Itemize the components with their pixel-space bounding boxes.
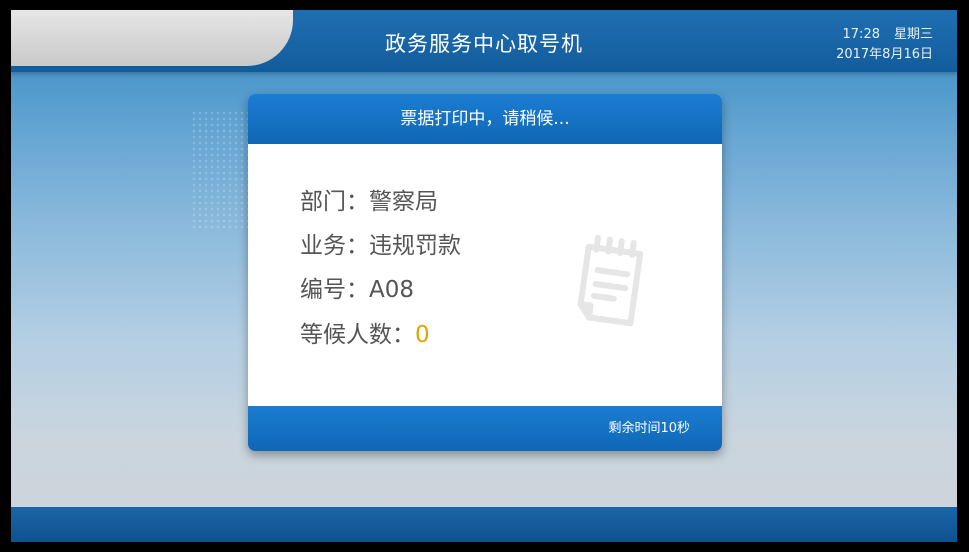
ticket-number-label: 编号：	[300, 277, 369, 303]
department-value: 警察局	[369, 189, 438, 215]
print-dialog: 票据打印中，请稍候... 部门：警察局 业务：违规罚款 编号：A08 等候人数：…	[248, 94, 722, 451]
service-row: 业务：违规罚款	[300, 230, 461, 262]
app-title: 政务服务中心取号机	[385, 32, 583, 56]
ticket-number-row: 编号：A08	[300, 274, 414, 306]
header-bar: 政务服务中心取号机 17:28 星期三 2017年8月16日	[11, 10, 957, 72]
receipt-icon	[577, 234, 644, 327]
countdown-bar: 剩余时间10秒	[248, 406, 722, 451]
dialog-title: 票据打印中，请稍候...	[248, 94, 722, 144]
kiosk-screen: 政务服务中心取号机 17:28 星期三 2017年8月16日 票据打印中，请稍候.…	[11, 10, 957, 542]
ticket-info: 部门：警察局 业务：违规罚款 编号：A08 等候人数：0	[248, 144, 722, 406]
department-row: 部门：警察局	[300, 186, 438, 218]
waiting-count-label: 等候人数：	[300, 322, 415, 348]
ticket-number-value: A08	[369, 277, 415, 303]
countdown-text: 剩余时间10秒	[608, 421, 690, 436]
department-label: 部门：	[300, 189, 369, 215]
clock-date: 2017年8月16日	[836, 47, 933, 62]
waiting-count-value: 0	[415, 322, 430, 348]
clock-weekday: 星期三	[893, 27, 933, 42]
footer-bar	[11, 507, 957, 542]
clock-panel: 17:28 星期三 2017年8月16日	[836, 25, 933, 65]
clock-time: 17:28	[842, 27, 880, 42]
waiting-count-row: 等候人数：0	[300, 319, 430, 351]
service-value: 违规罚款	[369, 233, 461, 259]
service-label: 业务：	[300, 233, 369, 259]
